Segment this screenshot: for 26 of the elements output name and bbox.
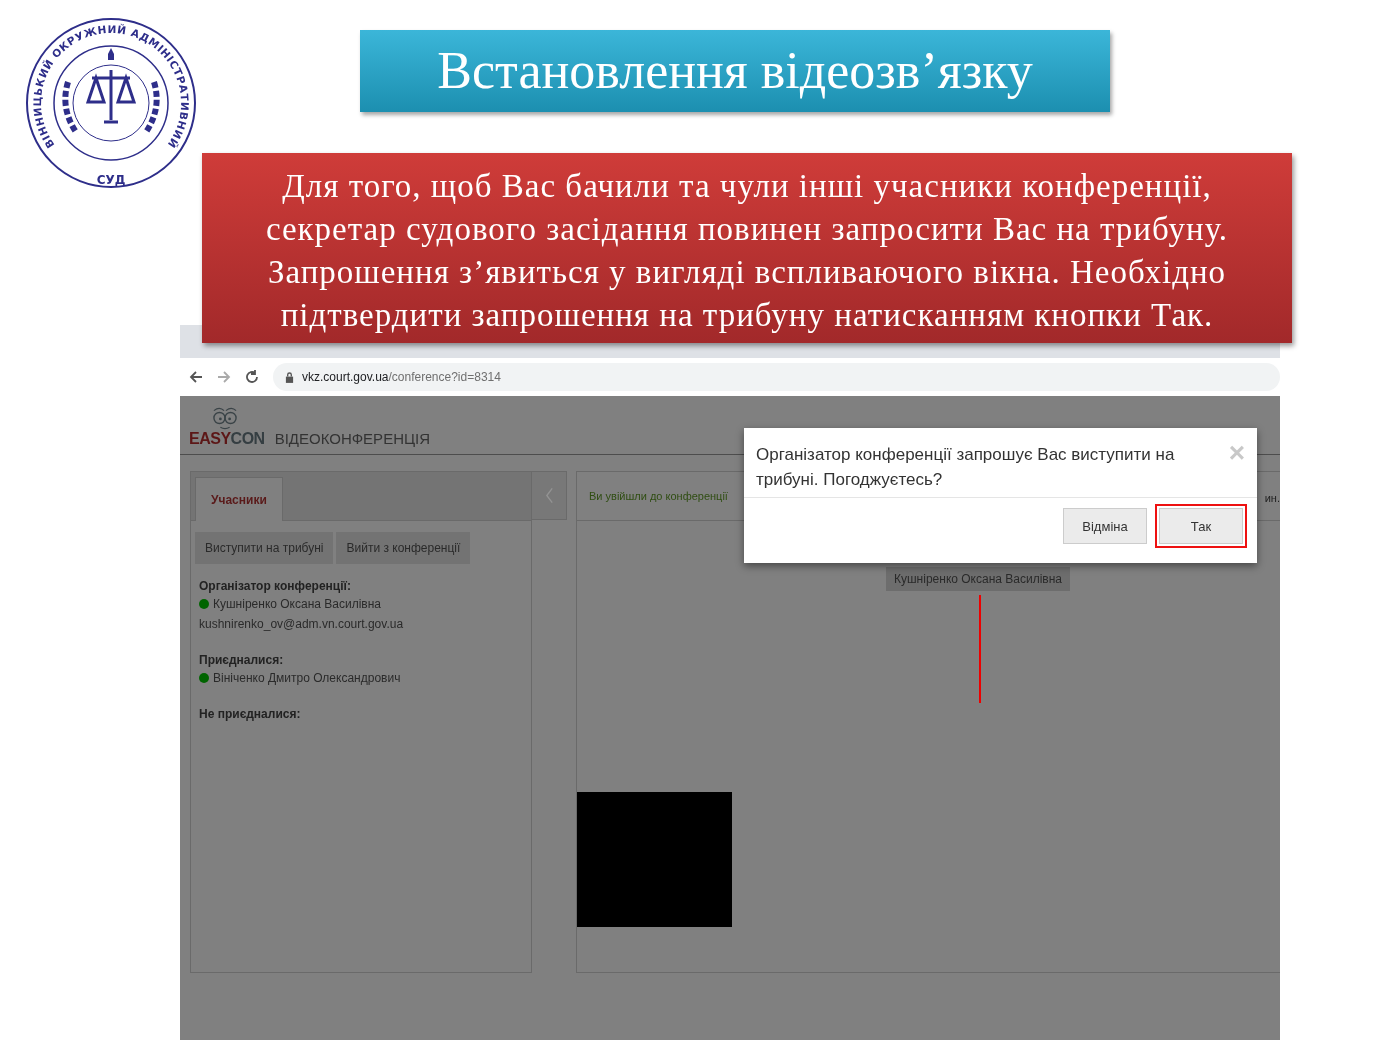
chevron-left-icon: [544, 487, 554, 504]
participants-tab[interactable]: Учасники: [195, 477, 283, 521]
section-heading: Не приєдналися:: [199, 707, 302, 721]
dialog-button[interactable]: Відміна: [1063, 508, 1147, 544]
slide-title: Встановлення відеозв’язку: [360, 30, 1110, 112]
status-message: Ви увійшли до конференції: [589, 490, 728, 502]
participant-name: Вініченко Дмитро Олександрович: [213, 671, 401, 685]
status-text: ин.: [1264, 491, 1280, 504]
lock-icon: [285, 371, 294, 383]
participant-name: Кушніренко Оксана Василівна: [213, 597, 382, 611]
brand-logo-text: EASYCON: [189, 430, 265, 448]
section-heading: Організатор конференції:: [199, 579, 352, 593]
dialog-button[interactable]: Так: [1159, 508, 1243, 544]
section-heading: Приєдналися:: [199, 653, 285, 667]
speaker-label: Кушніренко Оксана Василівна: [886, 567, 1071, 591]
action-button[interactable]: Вийти з конференції: [336, 532, 471, 564]
back-icon[interactable]: [189, 370, 203, 384]
participant-email: kushnirenko_ov@adm.vn.court.gov.ua: [199, 617, 405, 631]
close-button[interactable]: ×: [1228, 442, 1245, 464]
app-title: ВІДЕОКОНФЕРЕНЦІЯ: [274, 430, 431, 447]
instruction-text: Для того, щоб Вас бачили та чули інші учасники конференції, секретар судового засідання повинен запросити Вас на трибуну. Запрошення з’явиться у вигляді вспливаючого вікна. Необхідно підтвердити запрошення на трибуну натисканням кнопки Так.: [202, 153, 1292, 343]
reload-icon[interactable]: [245, 370, 259, 384]
cartoon-eyes-icon: [211, 406, 239, 430]
action-button[interactable]: Виступити на трибуні: [195, 532, 334, 564]
dialog-message: Організатор конференції запрошує Вас виступити на трибуні. Погоджуєтесь?: [756, 444, 1176, 491]
address-field[interactable]: vkz.court.gov.ua/conference?id=8314: [273, 363, 1280, 391]
